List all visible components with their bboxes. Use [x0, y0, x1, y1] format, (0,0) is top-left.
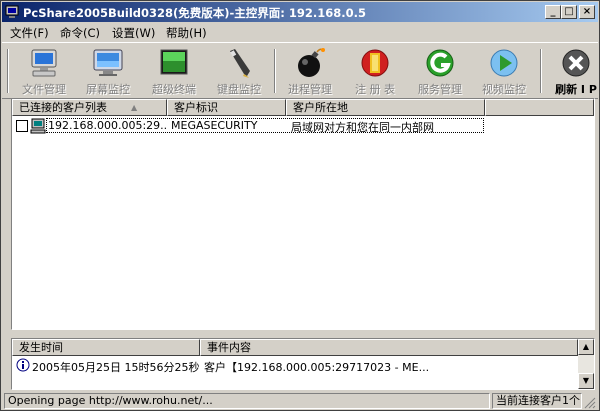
- column-header-label: 客户标识: [174, 101, 218, 114]
- toolbar-label: 超级终端: [152, 83, 196, 96]
- play-icon: [490, 49, 518, 77]
- column-header-time[interactable]: 发生时间: [12, 339, 200, 356]
- main-window: PcShare2005Build0328(免费版本)-主控界面: 192.168…: [0, 0, 600, 411]
- column-header-label: 发生时间: [19, 341, 63, 354]
- super-terminal-button[interactable]: 超级终端: [142, 45, 206, 97]
- service-icon: [426, 49, 454, 77]
- menu-bar: 文件(F) 命令(C) 设置(W) 帮助(H): [2, 23, 598, 41]
- file-manager-button[interactable]: 文件管理: [12, 45, 76, 97]
- service-manager-button[interactable]: 服务管理: [408, 45, 472, 97]
- process-manager-button[interactable]: 进程管理: [278, 45, 342, 97]
- app-icon: [5, 5, 19, 18]
- column-header-location[interactable]: 客户所在地: [286, 99, 485, 116]
- info-icon: [16, 358, 30, 372]
- toolbar-label: 文件管理: [22, 83, 66, 96]
- monitor-icon: [93, 49, 123, 76]
- toolbar-label: 视频监控: [482, 83, 526, 96]
- menu-help[interactable]: 帮助(H): [166, 25, 207, 41]
- status-message: Opening page http://www.rohu.net/...: [4, 393, 490, 409]
- event-log[interactable]: 发生时间 事件内容 2005年05月25日 15时56分25秒 客户【192.1…: [11, 338, 595, 390]
- screen-monitor-button[interactable]: 屏幕监控: [76, 45, 140, 97]
- toolbar-separator: [540, 49, 542, 93]
- toolbar-separator: [274, 49, 276, 93]
- status-bar: Opening page http://www.rohu.net/... 当前连…: [2, 392, 598, 410]
- toolbar-label: 注 册 表: [355, 83, 395, 96]
- minimize-button[interactable]: _: [545, 5, 561, 19]
- maximize-button[interactable]: □: [561, 5, 577, 19]
- bomb-icon: [298, 48, 325, 77]
- sort-asc-icon: ▲: [131, 103, 138, 112]
- scroll-down-icon[interactable]: ▼: [578, 373, 594, 389]
- column-header-label: 事件内容: [207, 341, 251, 354]
- column-header-id[interactable]: 客户标识: [167, 99, 286, 116]
- toolbar-label: 键盘监控: [217, 83, 261, 96]
- toolbar-label: 屏幕监控: [86, 83, 130, 96]
- pen-icon: [230, 49, 250, 78]
- close-button[interactable]: ×: [579, 5, 595, 19]
- toolbar-label: 刷新 I P: [555, 83, 597, 96]
- status-client-count: 当前连接客户1个: [492, 393, 582, 409]
- column-header-content[interactable]: 事件内容: [200, 339, 578, 356]
- menu-command[interactable]: 命令(C): [60, 25, 100, 41]
- video-monitor-button[interactable]: 视频监控: [472, 45, 536, 97]
- terminal-icon: [160, 49, 188, 75]
- column-header-empty: [485, 99, 594, 116]
- column-header-label: 已连接的客户列表: [19, 101, 107, 114]
- event-content: 客户【192.168.000.005:29717023 - ME...: [204, 361, 430, 374]
- registry-button[interactable]: 注 册 表: [343, 45, 407, 97]
- table-row[interactable]: 192.168.000.005:29... MEGASECURITY 局域网对方…: [14, 118, 484, 134]
- refresh-x-icon: [562, 49, 590, 77]
- toolbar-grip: [7, 49, 9, 93]
- row-focus-outline: [46, 118, 484, 133]
- window-title: PcShare2005Build0328(免费版本)-主控界面: 192.168…: [23, 6, 367, 20]
- event-time: 2005年05月25日 15时56分25秒: [32, 361, 200, 374]
- computer-icon: [31, 49, 57, 77]
- table-row[interactable]: 2005年05月25日 15时56分25秒 客户【192.168.000.005…: [14, 358, 574, 374]
- checkbox-icon[interactable]: [16, 120, 28, 132]
- splitter[interactable]: [11, 332, 595, 336]
- toolbar-label: 服务管理: [418, 83, 462, 96]
- column-header-label: 客户所在地: [293, 101, 348, 114]
- menu-file[interactable]: 文件(F): [10, 25, 49, 41]
- client-list[interactable]: 已连接的客户列表 ▲ 客户标识 客户所在地 192.168.000.005:29…: [11, 98, 595, 330]
- menu-settings[interactable]: 设置(W): [112, 25, 155, 41]
- keyboard-monitor-button[interactable]: 键盘监控: [207, 45, 271, 97]
- computer-icon: [30, 118, 46, 134]
- resize-grip-icon[interactable]: [584, 397, 596, 409]
- scroll-up-icon[interactable]: ▲: [578, 339, 594, 355]
- event-scrollbar[interactable]: ▲ ▼: [578, 339, 594, 389]
- title-bar[interactable]: PcShare2005Build0328(免费版本)-主控界面: 192.168…: [2, 2, 598, 22]
- toolbar-label: 进程管理: [288, 83, 332, 96]
- refresh-ip-button[interactable]: 刷新 I P: [544, 45, 599, 97]
- toolbar: 文件管理 屏幕监控 超级终端 键盘监控 进程管理 注 册 表 服务管理 视频监控…: [2, 42, 598, 99]
- registry-icon: [361, 49, 389, 77]
- column-header-clients[interactable]: 已连接的客户列表 ▲: [12, 99, 167, 116]
